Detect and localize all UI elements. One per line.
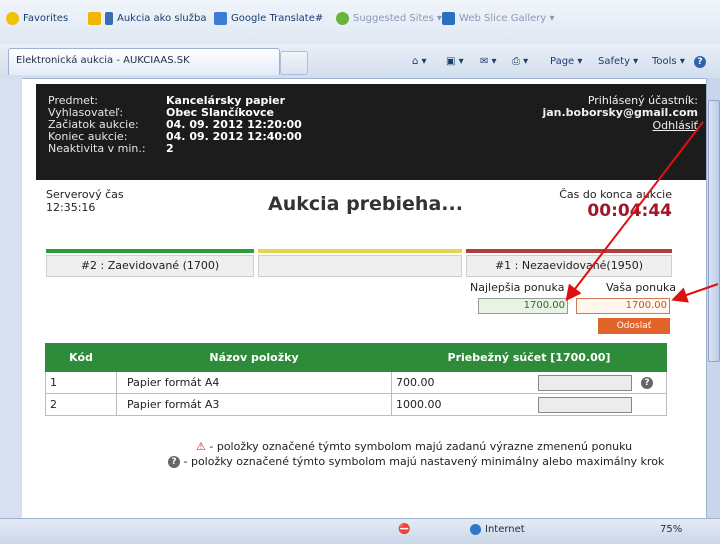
arrow-to-best-offer: [565, 121, 704, 302]
annotation-arrows: [565, 121, 719, 303]
zoom-level[interactable]: 75%: [660, 524, 682, 535]
zone-indicator: Internet: [470, 524, 525, 535]
status-bar: [0, 518, 720, 544]
globe-icon: [470, 524, 481, 535]
arrow-to-your-offer: [671, 283, 719, 303]
protected-mode-icon: ⛔: [398, 524, 411, 535]
